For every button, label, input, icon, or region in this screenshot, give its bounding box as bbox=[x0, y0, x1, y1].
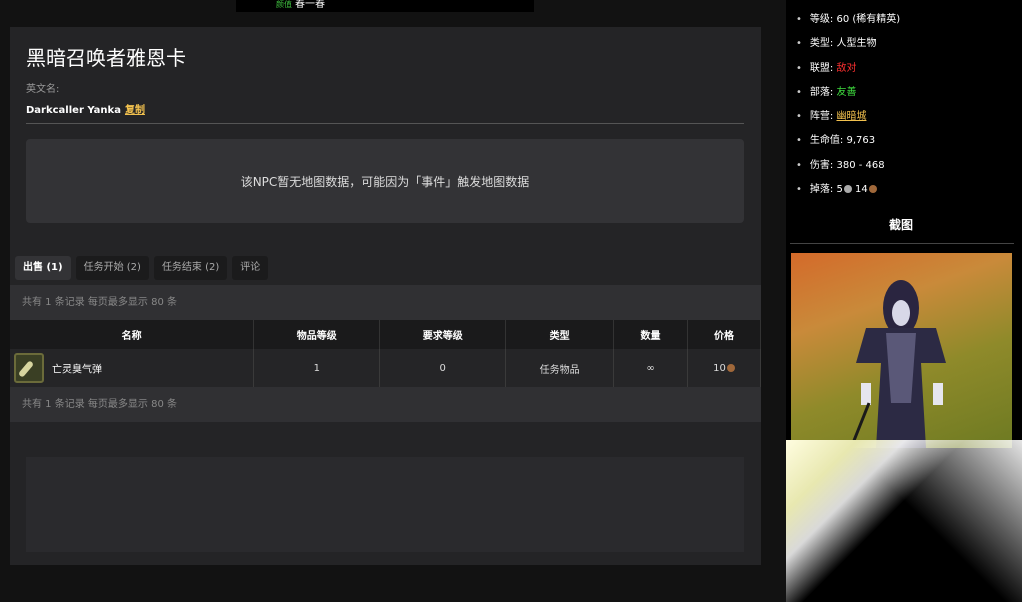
english-name-value: Darkcaller Yanka bbox=[26, 105, 121, 116]
item-bomb-icon[interactable] bbox=[14, 353, 44, 383]
banner-tag: 颜值 bbox=[276, 0, 292, 9]
faction-link[interactable]: 幽暗城 bbox=[836, 111, 866, 122]
info-level: 等级: 60 (稀有精英) bbox=[796, 11, 900, 35]
items-table: 名称 物品等级 要求等级 类型 数量 价格 亡灵臭气弹 1 0 任务物品 ∞ 1… bbox=[10, 320, 761, 387]
info-damage: 伤害: 380 - 468 bbox=[796, 157, 900, 181]
info-loot: 掉落: 5 14 bbox=[796, 181, 900, 205]
tab-quest-start[interactable]: 任务开始 (2) bbox=[75, 256, 149, 280]
npc-info-sidebar: 等级: 60 (稀有精英) 类型: 人型生物 联盟: 敌对 部落: 友善 阵营:… bbox=[786, 0, 1022, 602]
column-header-type[interactable]: 类型 bbox=[505, 320, 615, 349]
english-name-label: 英文名: bbox=[26, 84, 60, 95]
page-title: 黑暗召唤者雅恩卡 bbox=[26, 46, 186, 70]
info-faction: 阵营: 幽暗城 bbox=[796, 108, 900, 132]
screenshot-heading: 截图 bbox=[888, 218, 913, 232]
type-cell: 任务物品 bbox=[505, 349, 615, 387]
banner-text: 春一春 bbox=[295, 0, 325, 10]
npc-screenshot-image[interactable] bbox=[791, 253, 1012, 448]
item-name-link[interactable]: 亡灵臭气弹 bbox=[52, 365, 102, 376]
table-header-row: 名称 物品等级 要求等级 类型 数量 价格 bbox=[10, 320, 761, 349]
divider bbox=[790, 243, 1014, 244]
copy-link[interactable]: 复制 bbox=[125, 105, 145, 116]
price-value: 10 bbox=[713, 362, 726, 374]
copper-coin-icon bbox=[868, 185, 877, 194]
column-header-name[interactable]: 名称 bbox=[10, 320, 255, 349]
npc-main-panel: 黑暗召唤者雅恩卡 英文名: Darkcaller Yanka 复制 该NPC暂无地… bbox=[10, 27, 761, 565]
req-level-cell: 0 bbox=[379, 349, 507, 387]
column-header-req-level[interactable]: 要求等级 bbox=[379, 320, 507, 349]
map-notice-box: 该NPC暂无地图数据，可能因为「事件」触发地图数据 bbox=[26, 139, 744, 223]
info-hp: 生命值: 9,763 bbox=[796, 132, 900, 156]
price-cell: 10 bbox=[687, 349, 761, 387]
info-type: 类型: 人型生物 bbox=[796, 35, 900, 59]
records-count-top: 共有 1 条记录 每页最多显示 80 条 bbox=[10, 285, 761, 320]
tab-sells[interactable]: 出售 (1) bbox=[15, 256, 71, 280]
records-count-bottom: 共有 1 条记录 每页最多显示 80 条 bbox=[10, 387, 761, 422]
info-horde: 部落: 友善 bbox=[796, 84, 900, 108]
qty-cell: ∞ bbox=[613, 349, 689, 387]
tab-comments[interactable]: 评论 bbox=[232, 256, 269, 280]
english-name: Darkcaller Yanka 复制 bbox=[26, 101, 145, 116]
tab-bar: 出售 (1) 任务开始 (2) 任务结束 (2) 评论 bbox=[15, 256, 269, 280]
npc-figure-illustration bbox=[849, 280, 946, 448]
tab-quest-end[interactable]: 任务结束 (2) bbox=[153, 256, 228, 280]
comment-area[interactable] bbox=[26, 457, 744, 552]
column-header-qty[interactable]: 数量 bbox=[613, 320, 689, 349]
copper-coin-icon bbox=[726, 363, 735, 372]
silver-coin-icon bbox=[843, 185, 852, 194]
map-notice-text: 该NPC暂无地图数据，可能因为「事件」触发地图数据 bbox=[240, 174, 530, 189]
column-header-item-level[interactable]: 物品等级 bbox=[253, 320, 381, 349]
item-name-cell[interactable]: 亡灵臭气弹 bbox=[10, 349, 255, 387]
item-level-cell: 1 bbox=[253, 349, 381, 387]
table-row[interactable]: 亡灵臭气弹 1 0 任务物品 ∞ 10 bbox=[10, 349, 761, 387]
info-list: 等级: 60 (稀有精英) 类型: 人型生物 联盟: 敌对 部落: 友善 阵营:… bbox=[796, 11, 900, 205]
top-banner: 颜值 春一春 bbox=[236, 0, 534, 12]
divider bbox=[26, 123, 744, 124]
column-header-price[interactable]: 价格 bbox=[687, 320, 761, 349]
info-alliance: 联盟: 敌对 bbox=[796, 60, 900, 84]
